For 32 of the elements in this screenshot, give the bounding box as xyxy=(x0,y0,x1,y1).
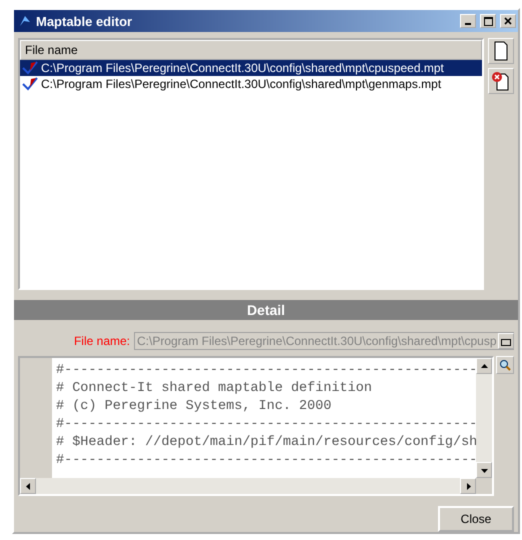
delete-file-button[interactable] xyxy=(488,68,514,94)
code-editor[interactable] xyxy=(18,356,494,496)
column-header[interactable]: File name xyxy=(20,40,482,60)
code-line: # Connect-It shared maptable definition xyxy=(56,380,373,398)
blank-page-icon xyxy=(493,41,509,61)
app-icon xyxy=(18,14,32,28)
new-file-button[interactable] xyxy=(488,38,514,64)
up-arrow-icon xyxy=(480,362,488,370)
close-dialog-button[interactable]: Close xyxy=(438,506,514,532)
code-line: #--------------------------------------------------- xyxy=(56,416,476,434)
close-icon xyxy=(504,17,512,25)
down-arrow-icon xyxy=(480,466,488,474)
maximize-icon xyxy=(484,16,492,26)
browse-button[interactable] xyxy=(498,333,514,349)
code-line: #--------------------------------------------------- xyxy=(56,452,476,470)
file-row[interactable]: C:\Program Files\Peregrine\ConnectIt.30U\config\shared\mpt\cpuspeed.mpt xyxy=(20,60,482,76)
window-title: Maptable editor xyxy=(36,14,134,28)
detail-header: Detail xyxy=(14,300,518,320)
right-arrow-icon xyxy=(464,482,472,490)
search-icon xyxy=(499,359,511,371)
vertical-scrollbar[interactable] xyxy=(476,358,492,478)
maximize-button[interactable] xyxy=(480,14,496,28)
close-button[interactable] xyxy=(500,14,516,28)
minimize-button[interactable] xyxy=(460,14,476,28)
horizontal-scrollbar[interactable] xyxy=(20,478,476,494)
left-arrow-icon xyxy=(24,482,32,490)
code-line: #--------------------------------------------------- xyxy=(56,362,476,380)
code-line: # $Header: //depot/main/pif/main/resources/config/sh xyxy=(56,434,476,452)
page-with-x-icon xyxy=(491,71,511,91)
code-line: # (c) Peregrine Systems, Inc. 2000 xyxy=(56,398,332,416)
file-name-label: File name: xyxy=(74,334,130,348)
search-button[interactable] xyxy=(496,356,514,374)
